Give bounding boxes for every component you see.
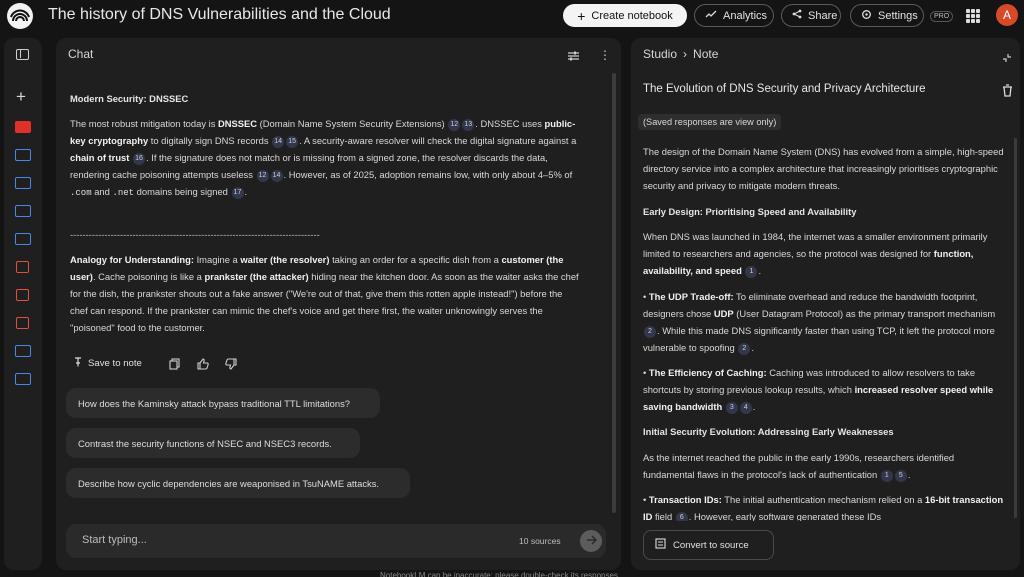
citation-chip[interactable]: 1 xyxy=(745,266,758,278)
note-paragraph: When DNS was launched in 1984, the inter… xyxy=(643,231,988,278)
thumbs-down-icon[interactable] xyxy=(225,357,237,375)
trending-up-icon xyxy=(705,9,717,22)
settings-button[interactable]: Settings xyxy=(850,4,924,27)
top-bar: The history of DNS Vulnerabilities and t… xyxy=(0,0,1024,32)
panel-toggle-icon[interactable] xyxy=(16,49,29,60)
citation-chip[interactable]: 4 xyxy=(739,402,752,414)
youtube-source-icon[interactable] xyxy=(15,121,31,133)
note-scrollbar[interactable] xyxy=(1014,138,1017,518)
analogy-paragraph: Analogy for Understanding: Imagine a wai… xyxy=(70,254,579,333)
citation-chip[interactable]: 15 xyxy=(286,136,299,148)
view-only-chip: (Saved responses are view only) xyxy=(638,114,782,130)
citation-chip[interactable]: 6 xyxy=(675,512,688,521)
suggested-question-chip[interactable]: How does the Kaminsky attack bypass trad… xyxy=(66,388,380,418)
convert-to-source-button[interactable]: Convert to source xyxy=(643,530,774,560)
delete-icon[interactable] xyxy=(1002,84,1013,102)
web-source-icon[interactable] xyxy=(15,177,31,189)
analytics-button[interactable]: Analytics xyxy=(694,4,774,27)
citation-chip[interactable]: 16 xyxy=(133,153,145,165)
note-bullet: • The Efficiency of Caching: Caching was… xyxy=(643,367,994,414)
source-count: 10 sources xyxy=(519,536,561,546)
create-notebook-button[interactable]: + Create notebook xyxy=(563,4,687,27)
arrow-right-icon xyxy=(586,532,597,550)
apps-grid-icon[interactable] xyxy=(966,9,980,23)
copy-icon[interactable] xyxy=(169,357,180,375)
web-source-icon[interactable] xyxy=(15,205,31,217)
thumbs-up-icon[interactable] xyxy=(197,357,209,375)
pdf-source-icon[interactable] xyxy=(16,289,29,301)
citation-chip[interactable]: 12 xyxy=(448,119,461,131)
note-bullet: • The UDP Trade-off: To eliminate overhe… xyxy=(643,291,996,355)
save-to-note-button[interactable]: Save to note xyxy=(68,353,148,373)
studio-panel: Studio › Note The Evolution of DNS Securit… xyxy=(631,38,1020,570)
chat-input-bar: Start typing... 10 sources xyxy=(66,524,606,558)
citation-chip[interactable]: 14 xyxy=(272,136,285,148)
web-source-icon[interactable] xyxy=(15,149,31,161)
share-icon xyxy=(792,9,802,22)
chat-input[interactable]: Start typing... xyxy=(82,534,147,546)
tune-icon[interactable] xyxy=(567,49,580,67)
collapse-icon[interactable] xyxy=(1002,50,1012,68)
suggested-question-chip[interactable]: Contrast the security functions of NSEC … xyxy=(66,428,360,458)
breadcrumb: Studio › Note xyxy=(643,47,718,61)
sources-rail: + xyxy=(4,38,42,570)
citation-chip[interactable]: 2 xyxy=(738,343,751,355)
breadcrumb-studio[interactable]: Studio xyxy=(643,47,677,61)
notebooklm-logo-icon[interactable] xyxy=(7,3,33,29)
pro-badge: PRO xyxy=(930,11,954,22)
send-button[interactable] xyxy=(580,530,602,552)
suggested-question-chip[interactable]: Describe how cyclic dependencies are wea… xyxy=(66,468,410,498)
convert-icon xyxy=(655,538,666,552)
avatar[interactable]: A xyxy=(996,4,1018,26)
web-source-icon[interactable] xyxy=(15,233,31,245)
note-paragraph: As the internet reached the public in th… xyxy=(643,452,955,482)
chevron-right-icon: › xyxy=(683,47,688,61)
note-heading: Initial Security Evolution: Addressing E… xyxy=(643,426,894,437)
citation-chip[interactable]: 5 xyxy=(894,470,907,482)
web-source-icon[interactable] xyxy=(15,373,31,385)
more-vert-icon[interactable]: ⋮ xyxy=(599,49,611,61)
citation-chip[interactable]: 2 xyxy=(644,326,656,338)
share-button[interactable]: Share xyxy=(781,4,841,27)
note-bullet: • Transaction IDs: The initial authentic… xyxy=(643,491,1005,521)
citation-chip[interactable]: 3 xyxy=(725,402,738,414)
breadcrumb-note: Note xyxy=(693,47,719,61)
citation-chip[interactable]: 17 xyxy=(231,187,244,199)
footer-disclaimer: NotebookLM can be inaccurate; please dou… xyxy=(380,571,621,577)
pdf-source-icon[interactable] xyxy=(16,261,29,273)
chat-response-paragraph: The most robust mitigation today is DNSS… xyxy=(70,118,577,199)
citation-chip[interactable]: 13 xyxy=(462,119,475,131)
divider-text: ----------------------------------------… xyxy=(70,229,320,240)
gear-icon xyxy=(861,9,872,23)
chat-header: Chat xyxy=(68,47,94,61)
section-title: Modern Security: DNSSEC xyxy=(70,93,189,104)
note-intro: The design of the Domain Name System (DN… xyxy=(643,146,1004,191)
citation-chip[interactable]: 1 xyxy=(880,470,893,482)
web-source-icon[interactable] xyxy=(15,345,31,357)
note-heading: Early Design: Prioritising Speed and Ava… xyxy=(643,206,857,217)
plus-icon: + xyxy=(577,7,586,24)
note-title: The Evolution of DNS Security and Privac… xyxy=(643,83,926,95)
pdf-source-icon[interactable] xyxy=(16,317,29,329)
chat-panel: Chat ⋮ Modern Security: DNSSEC The most … xyxy=(56,38,621,570)
add-source-icon[interactable]: + xyxy=(16,88,26,105)
pin-icon xyxy=(74,356,82,370)
notebook-title[interactable]: The history of DNS Vulnerabilities and t… xyxy=(48,6,391,24)
citation-chip[interactable]: 12 xyxy=(256,170,269,182)
citation-chip[interactable]: 14 xyxy=(270,170,283,182)
chat-scrollbar[interactable] xyxy=(612,73,616,513)
